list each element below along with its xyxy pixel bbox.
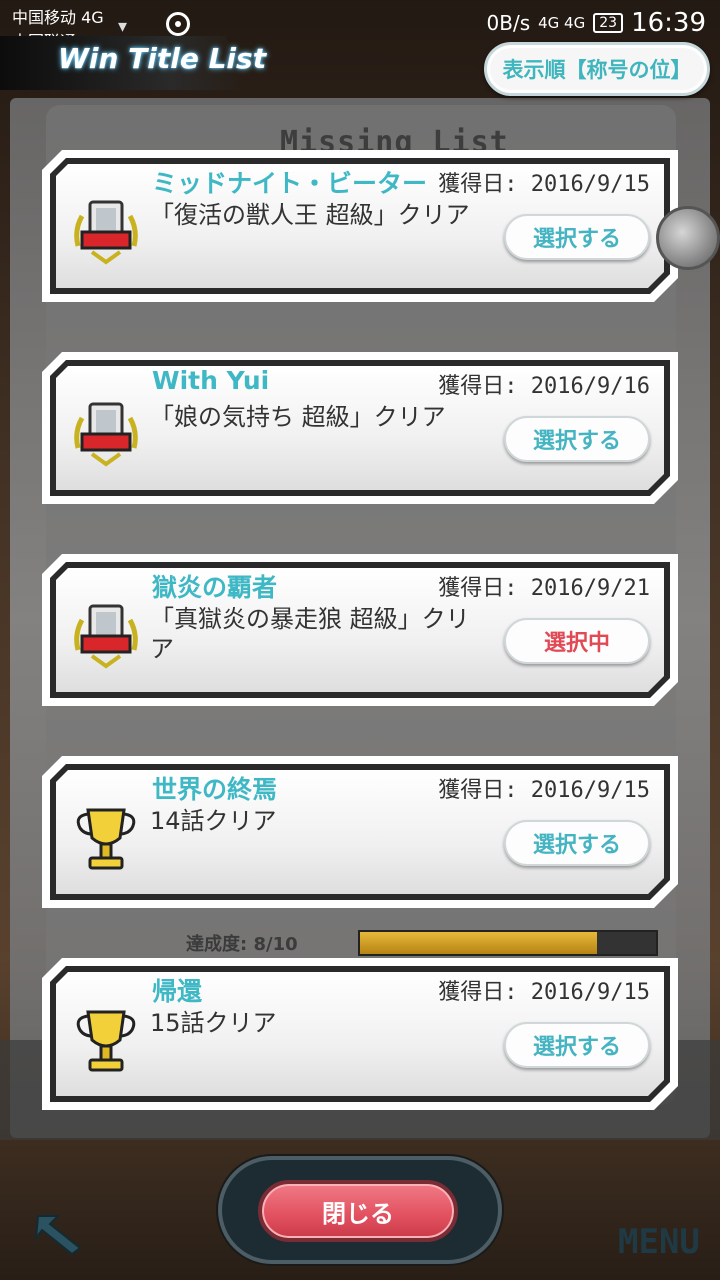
title-card: ミッドナイト・ビーター 獲得日: 2016/9/15 「復活の獣人王 超級」クリ… <box>42 150 678 302</box>
acquired-date: 獲得日: 2016/9/15 <box>438 980 650 1005</box>
menu-button[interactable]: MENU <box>618 1222 700 1262</box>
title-card: 世界の終焉 獲得日: 2016/9/15 14話クリア 選択する <box>42 756 678 908</box>
acquired-date: 獲得日: 2016/9/21 <box>438 576 650 601</box>
page-title: Win Title List <box>58 42 267 75</box>
acquired-date: 獲得日: 2016/9/15 <box>438 172 650 197</box>
sort-order-button[interactable]: 表示順【称号の位】 <box>484 42 710 96</box>
silver-laurel-trophy-icon <box>72 398 140 472</box>
acquired-date: 獲得日: 2016/9/15 <box>438 778 650 803</box>
title-card: 獄炎の覇者 獲得日: 2016/9/21 「真獄炎の暴走狼 超級」クリア 選択中 <box>42 554 678 706</box>
status-indicators: 0B/s 4G 4G 23 16:39 <box>487 8 706 38</box>
gold-trophy-icon <box>72 802 140 876</box>
title-condition: 「復活の獣人王 超級」クリア <box>150 201 470 229</box>
progress-fill <box>360 932 597 954</box>
title-name: 世界の終焉 <box>152 775 278 804</box>
title-card: 帰還 獲得日: 2016/9/15 15話クリア 選択する <box>42 958 678 1110</box>
title-name: 獄炎の覇者 <box>152 573 278 602</box>
scroll-knob[interactable] <box>656 206 720 270</box>
progress-label: 達成度: 8/10 <box>186 934 298 955</box>
select-button[interactable]: 選択する <box>504 1022 650 1068</box>
title-name: ミッドナイト・ビーター <box>152 169 428 198</box>
progress-row: 達成度: 8/10 <box>186 930 666 960</box>
title-condition: 「真獄炎の暴走狼 超級」クリア <box>150 605 470 663</box>
clock: 16:39 <box>631 8 706 38</box>
back-arrow-icon[interactable] <box>28 1208 92 1260</box>
title-card: With Yui 獲得日: 2016/9/16 「娘の気持ち 超級」クリア 選択… <box>42 352 678 504</box>
close-button[interactable]: 閉じる <box>258 1180 458 1242</box>
title-condition: 15話クリア <box>150 1009 277 1037</box>
select-button[interactable]: 選択する <box>504 214 650 260</box>
select-button[interactable]: 選択する <box>504 416 650 462</box>
disc-icon <box>166 12 190 36</box>
title-condition: 14話クリア <box>150 807 277 835</box>
progress-bar <box>358 930 658 956</box>
selected-button[interactable]: 選択中 <box>504 618 650 664</box>
select-button[interactable]: 選択する <box>504 820 650 866</box>
net-speed: 0B/s <box>486 11 531 35</box>
acquired-date: 獲得日: 2016/9/16 <box>438 374 650 399</box>
silver-laurel-trophy-icon <box>72 196 140 270</box>
carrier-1: 中国移动 4G <box>12 8 104 27</box>
title-name: 帰還 <box>152 977 203 1006</box>
signal-icon: 4G 4G <box>538 14 586 32</box>
title-name: With Yui <box>152 366 270 395</box>
title-condition: 「娘の気持ち 超級」クリア <box>150 403 446 431</box>
gold-trophy-icon <box>72 1004 140 1078</box>
wifi-icon: ▾ <box>118 16 128 37</box>
battery-icon: 23 <box>593 13 624 33</box>
silver-laurel-trophy-icon <box>72 600 140 674</box>
